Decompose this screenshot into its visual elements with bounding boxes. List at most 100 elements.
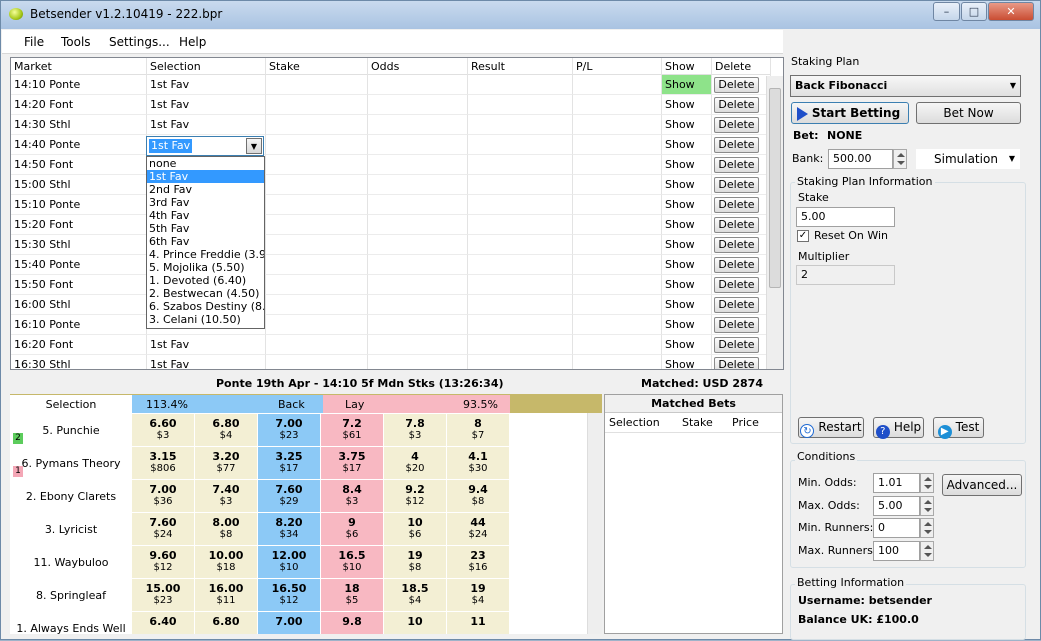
show-cell[interactable]: Show [662, 355, 712, 369]
minimize-button[interactable]: – [933, 2, 960, 21]
lay-price-cell[interactable]: 16.5 $10 [321, 546, 384, 579]
selection-combo[interactable]: 1st Fav ▼ [146, 136, 264, 156]
show-cell[interactable]: Show [662, 315, 712, 335]
show-cell[interactable]: Show [662, 155, 712, 175]
back-price-cell[interactable]: 8.20 $34 [258, 513, 321, 546]
show-cell[interactable]: Show [662, 275, 712, 295]
back-price-cell[interactable]: 3.20 $77 [195, 447, 258, 480]
dropdown-option[interactable]: none [147, 157, 264, 170]
lay-price-cell[interactable]: 19 $8 [384, 546, 447, 579]
runner-name[interactable]: 8. Springleaf [10, 579, 132, 612]
lay-price-cell[interactable]: 4 $20 [384, 447, 447, 480]
dropdown-option[interactable]: 5th Fav [147, 222, 264, 235]
delete-button[interactable]: Delete [714, 157, 759, 173]
dropdown-option[interactable]: 3. Celani (10.50) [147, 313, 264, 326]
lay-price-cell[interactable]: 9 $6 [321, 513, 384, 546]
start-betting-button[interactable]: Start Betting [791, 102, 909, 124]
help-button[interactable]: ? Help [873, 417, 924, 439]
delete-button[interactable]: Delete [714, 317, 759, 333]
back-price-cell[interactable]: 7.60 $24 [132, 513, 195, 546]
back-price-cell[interactable]: 7.00 [258, 612, 321, 634]
lay-price-cell[interactable]: 9.2 $12 [384, 480, 447, 513]
back-price-cell[interactable]: 7.60 $29 [258, 480, 321, 513]
lay-price-cell[interactable]: 3.75 $17 [321, 447, 384, 480]
min-runners-spinner[interactable] [920, 518, 934, 538]
back-price-cell[interactable]: 16.50 $12 [258, 579, 321, 612]
back-price-cell[interactable]: 8.00 $8 [195, 513, 258, 546]
runner-name[interactable]: 6. Pymans Theory [10, 447, 132, 480]
ladder-scrollbar[interactable] [587, 413, 602, 634]
lay-price-cell[interactable]: 18 $5 [321, 579, 384, 612]
show-cell[interactable]: Show [662, 255, 712, 275]
grid-header-delete[interactable]: Delete [712, 58, 771, 75]
grid-scrollbar[interactable] [766, 76, 783, 369]
delete-button[interactable]: Delete [714, 77, 759, 93]
grid-header-pl[interactable]: P/L [573, 58, 662, 75]
back-price-cell[interactable]: 6.40 [132, 612, 195, 634]
grid-header-result[interactable]: Result [468, 58, 573, 75]
lay-price-cell[interactable]: 10 $6 [384, 513, 447, 546]
lay-price-cell[interactable]: 9.8 [321, 612, 384, 634]
runner-name[interactable]: 2. Ebony Clarets [10, 480, 132, 513]
delete-button[interactable]: Delete [714, 197, 759, 213]
dropdown-option[interactable]: 2. Bestwecan (4.50) [147, 287, 264, 300]
back-price-cell[interactable]: 3.15 $806 [132, 447, 195, 480]
runner-name[interactable]: 3. Lyricist [10, 513, 132, 546]
dropdown-option[interactable]: 2nd Fav [147, 183, 264, 196]
menu-help[interactable]: Help [179, 35, 206, 49]
grid-header-selection[interactable]: Selection [147, 58, 266, 75]
lay-price-cell[interactable]: 44 $24 [447, 513, 510, 546]
dropdown-option[interactable]: 1. Devoted (6.40) [147, 274, 264, 287]
lay-price-cell[interactable]: 10 [384, 612, 447, 634]
min-odds-spinner[interactable] [920, 473, 934, 493]
show-cell[interactable]: Show [662, 335, 712, 355]
selection-cell[interactable]: 1st Fav [147, 95, 266, 115]
selection-cell[interactable]: 1st Fav [147, 335, 266, 355]
min-runners-input[interactable]: 0 [873, 518, 920, 538]
close-button[interactable]: ✕ [988, 2, 1034, 21]
runner-name[interactable]: 1. Always Ends Well [10, 612, 132, 634]
delete-button[interactable]: Delete [714, 357, 759, 369]
grid-header-show[interactable]: Show [662, 58, 712, 75]
delete-button[interactable]: Delete [714, 117, 759, 133]
delete-button[interactable]: Delete [714, 177, 759, 193]
dropdown-option[interactable]: 5. Mojolika (5.50) [147, 261, 264, 274]
lay-price-cell[interactable]: 8.4 $3 [321, 480, 384, 513]
menu-settings[interactable]: Settings... [109, 35, 170, 49]
stake-input[interactable]: 5.00 [796, 207, 895, 227]
back-price-cell[interactable]: 7.40 $3 [195, 480, 258, 513]
delete-button[interactable]: Delete [714, 337, 759, 353]
back-price-cell[interactable]: 16.00 $11 [195, 579, 258, 612]
show-cell[interactable]: Show [662, 75, 712, 95]
lay-price-cell[interactable]: 19 $4 [447, 579, 510, 612]
delete-button[interactable]: Delete [714, 137, 759, 153]
bank-input[interactable]: 500.00 [828, 149, 893, 169]
restart-button[interactable]: ↻ Restart [798, 417, 864, 438]
runner-name[interactable]: 5. Punchie [10, 414, 132, 447]
selection-cell[interactable]: 1st Fav [147, 355, 266, 369]
delete-button[interactable]: Delete [714, 217, 759, 233]
delete-button[interactable]: Delete [714, 297, 759, 313]
max-runners-input[interactable]: 100 [873, 541, 920, 561]
dropdown-option[interactable]: 6th Fav [147, 235, 264, 248]
back-price-cell[interactable]: 15.00 $23 [132, 579, 195, 612]
show-cell[interactable]: Show [662, 195, 712, 215]
show-cell[interactable]: Show [662, 95, 712, 115]
selection-cell[interactable]: 1st Fav [147, 115, 266, 135]
chevron-down-icon[interactable]: ▼ [246, 138, 262, 154]
mode-select[interactable]: Simulation ▼ [915, 148, 1021, 170]
back-price-cell[interactable]: 12.00 $10 [258, 546, 321, 579]
staking-plan-select[interactable]: Back Fibonacci ▼ [790, 75, 1021, 97]
dropdown-option[interactable]: 6. Szabos Destiny (8.80) [147, 300, 264, 313]
bank-spinner[interactable] [893, 149, 907, 169]
grid-header-odds[interactable]: Odds [368, 58, 468, 75]
lay-price-cell[interactable]: 4.1 $30 [447, 447, 510, 480]
maximize-button[interactable]: □ [961, 2, 987, 21]
back-price-cell[interactable]: 10.00 $18 [195, 546, 258, 579]
runner-name[interactable]: 11. Waybuloo [10, 546, 132, 579]
delete-button[interactable]: Delete [714, 257, 759, 273]
max-odds-input[interactable]: 5.00 [873, 496, 920, 516]
max-odds-spinner[interactable] [920, 496, 934, 516]
dropdown-option[interactable]: 1st Fav [147, 170, 264, 183]
lay-price-cell[interactable]: 8 $7 [447, 414, 510, 447]
